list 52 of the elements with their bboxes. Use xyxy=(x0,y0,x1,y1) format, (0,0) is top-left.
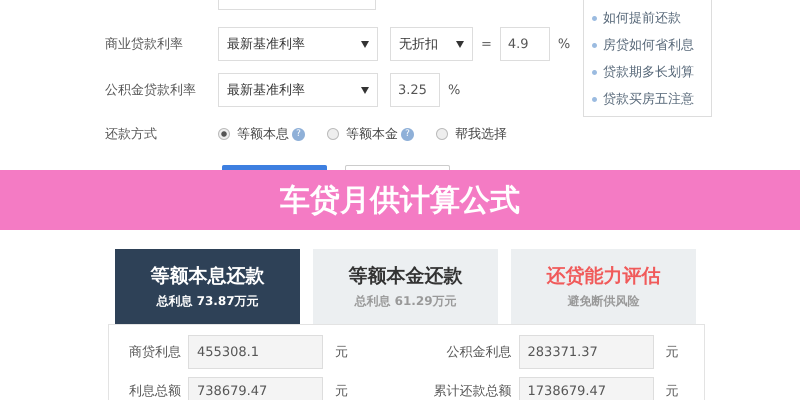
unit-label: 元 xyxy=(335,344,348,361)
field-label: 还款方式 xyxy=(105,126,158,143)
result-field[interactable]: 1738679.47 xyxy=(518,377,654,400)
result-label: 利息总额 xyxy=(128,383,181,400)
radio-button[interactable] xyxy=(327,128,339,140)
tab-subtitle: 总利息 61.29万元 xyxy=(354,293,457,310)
option-label[interactable]: 等额本金 xyxy=(346,125,398,143)
option-label[interactable]: 帮我选择 xyxy=(455,125,507,143)
radio-button[interactable] xyxy=(436,128,448,140)
caret-icon xyxy=(361,40,369,48)
sidebar-link[interactable]: 贷款买房五注意 xyxy=(603,90,694,108)
tab-subtitle: 总利息 73.87万元 xyxy=(156,293,259,310)
bullet-icon xyxy=(592,70,597,74)
caret-icon xyxy=(456,40,464,48)
equals-sign: = xyxy=(481,36,492,52)
calculate-button[interactable] xyxy=(222,165,327,170)
rate-select[interactable]: 最新基准利率 xyxy=(218,73,378,107)
result-label: 公积金利息 xyxy=(446,344,512,361)
unit-label: 元 xyxy=(666,344,678,361)
result-field[interactable]: 283371.37 xyxy=(518,335,654,369)
result-tab[interactable]: 等额本金还款 总利息 61.29万元 xyxy=(313,249,498,324)
unit-label: % xyxy=(448,82,460,98)
field-label: 商业贷款利率 xyxy=(105,36,184,53)
rate-select[interactable]: 最新基准利率 xyxy=(218,27,378,61)
banner-title: 车贷月供计算公式 xyxy=(280,182,520,220)
bullet-icon xyxy=(592,96,597,102)
discount-select[interactable]: 无折扣 xyxy=(390,27,473,61)
sidebar-link[interactable]: 如何提前还款 xyxy=(603,9,681,27)
radio-button[interactable] xyxy=(218,128,230,140)
result-label: 商贷利息 xyxy=(128,344,181,361)
bullet-icon xyxy=(592,16,597,20)
bullet-icon xyxy=(592,42,597,48)
result-tab[interactable]: 等额本息还款 总利息 73.87万元 xyxy=(115,249,300,324)
unit-label: 元 xyxy=(335,383,348,400)
caret-icon xyxy=(361,86,369,94)
result-field[interactable]: 455308.1 xyxy=(188,335,323,369)
tab-subtitle: 避免断供风险 xyxy=(568,293,640,310)
tab-title: 等额本金还款 xyxy=(348,264,462,289)
rate-input[interactable]: 3.25 xyxy=(390,73,440,107)
rate-input[interactable]: 4.9 xyxy=(500,27,550,61)
sidebar-link[interactable]: 房贷如何省利息 xyxy=(603,36,694,54)
field-label: 公积金贷款利率 xyxy=(105,82,197,99)
select-field[interactable] xyxy=(218,0,376,10)
result-field[interactable]: 738679.47 xyxy=(188,377,323,400)
unit-label: 元 xyxy=(666,383,678,400)
tab-title: 等额本息还款 xyxy=(150,264,264,289)
result-label: 累计还款总额 xyxy=(432,383,512,400)
sidebar-link[interactable]: 贷款期多长划算 xyxy=(603,63,694,81)
reset-button[interactable] xyxy=(345,165,450,170)
unit-label: % xyxy=(558,36,570,52)
option-label[interactable]: 等额本息 xyxy=(237,125,289,143)
tab-title: 还贷能力评估 xyxy=(546,264,660,289)
